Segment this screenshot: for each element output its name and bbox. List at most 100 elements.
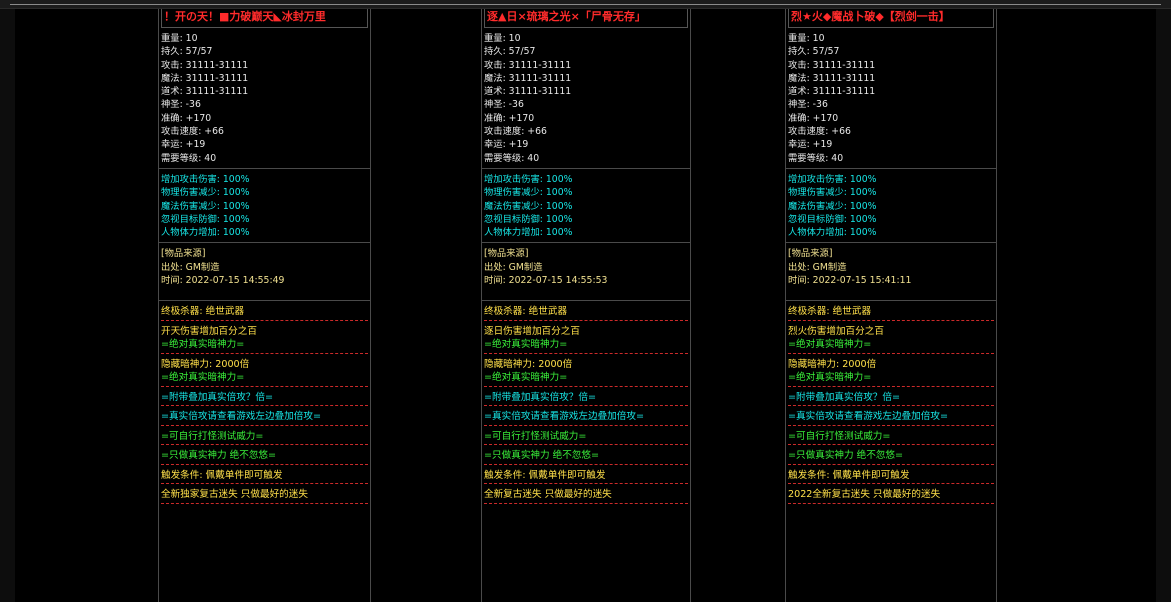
buff-hp-increase: 人物体力增加: 100%: [161, 226, 368, 239]
buff-physical-reduction: 物理伤害减少: 100%: [788, 186, 994, 199]
effect-line: 逐日伤害增加百分之百=绝对真实暗神力=: [484, 321, 688, 354]
effect-check-left: =真实倍攻请查看游戏左边叠加倍攻=: [161, 411, 321, 422]
effect-real-power: =只做真实神力 绝不忽悠=: [161, 450, 276, 461]
stat-luck: 幸运: +19: [788, 138, 994, 151]
effect-real-power: =只做真实神力 绝不忽悠=: [484, 450, 599, 461]
buff-magic-reduction: 魔法伤害减少: 100%: [484, 200, 688, 213]
source-time: 时间: 2022-07-15 14:55:53: [484, 274, 688, 287]
effect-line: 隐藏暗神力: 2000倍=绝对真实暗神力=: [161, 354, 368, 387]
stat-accuracy: 准确: +170: [161, 112, 368, 125]
effect-weapon: 终极杀器: 绝世武器: [484, 306, 567, 317]
stats-section: 重量: 10 持久: 57/57 攻击: 31111-31111 魔法: 311…: [159, 28, 370, 169]
stats-section: 重量: 10 持久: 57/57 攻击: 31111-31111 魔法: 311…: [482, 28, 690, 169]
buff-hp-increase: 人物体力增加: 100%: [788, 226, 994, 239]
buff-magic-reduction: 魔法伤害减少: 100%: [788, 200, 994, 213]
effect-line: 终极杀器: 绝世武器: [161, 301, 368, 321]
stat-attack: 攻击: 31111-31111: [484, 59, 688, 72]
effect-stacking: =附带叠加真实倍攻？倍=: [484, 392, 596, 403]
effect-hidden-power: 隐藏暗神力: 2000倍: [484, 358, 688, 372]
effect-hidden-power: 隐藏暗神力: 2000倍: [788, 358, 994, 372]
top-divider: [10, 4, 1161, 5]
stat-weight: 重量: 10: [788, 32, 994, 45]
item-title: 逐▲日×琉璃之光×「尸骨无存」: [484, 9, 688, 28]
effect-trigger: 触发条件: 佩戴单件即可触发: [788, 470, 909, 481]
effect-weapon: 终极杀器: 绝世武器: [161, 306, 244, 317]
effect-line: =可自行打怪测试威力=: [161, 426, 368, 446]
stat-holy: 神圣: -36: [484, 98, 688, 111]
effects-section: 终极杀器: 绝世武器 逐日伤害增加百分之百=绝对真实暗神力= 隐藏暗神力: 20…: [482, 301, 690, 504]
buff-physical-reduction: 物理伤害减少: 100%: [484, 186, 688, 199]
effect-test: =可自行打怪测试威力=: [161, 431, 263, 442]
stat-holy: 神圣: -36: [161, 98, 368, 111]
effect-line: =只做真实神力 绝不忽悠=: [788, 445, 994, 465]
effect-trigger: 触发条件: 佩戴单件即可触发: [484, 470, 605, 481]
stat-attack-speed: 攻击速度: +66: [161, 125, 368, 138]
stat-attack-speed: 攻击速度: +66: [788, 125, 994, 138]
stat-taoism: 道术: 31111-31111: [161, 85, 368, 98]
effect-line: 全新独家复古迷失 只做最好的迷失: [161, 484, 368, 504]
effect-footer: 全新独家复古迷失 只做最好的迷失: [161, 489, 308, 500]
stat-attack: 攻击: 31111-31111: [788, 59, 994, 72]
effect-footer: 2022全新复古迷失 只做最好的迷失: [788, 489, 940, 500]
effect-line: 隐藏暗神力: 2000倍=绝对真实暗神力=: [484, 354, 688, 387]
stat-required-level: 需要等级: 40: [788, 152, 994, 165]
source-time: 时间: 2022-07-15 14:55:49: [161, 274, 368, 287]
effect-hidden-sub: =绝对真实暗神力=: [788, 371, 994, 385]
stat-magic: 魔法: 31111-31111: [788, 72, 994, 85]
buff-ignore-defense: 忽视目标防御: 100%: [788, 213, 994, 226]
buff-ignore-defense: 忽视目标防御: 100%: [484, 213, 688, 226]
left-side-strip: [0, 9, 16, 602]
effect-line: =只做真实神力 绝不忽悠=: [161, 445, 368, 465]
source-time: 时间: 2022-07-15 15:41:11: [788, 274, 994, 287]
effect-line: =附带叠加真实倍攻？倍=: [788, 387, 994, 407]
source-header: [物品来源]: [788, 247, 994, 260]
effect-line: 触发条件: 佩戴单件即可触发: [484, 465, 688, 485]
buff-physical-reduction: 物理伤害减少: 100%: [161, 186, 368, 199]
stat-attack: 攻击: 31111-31111: [161, 59, 368, 72]
stat-luck: 幸运: +19: [484, 138, 688, 151]
buffs-section: 增加攻击伤害: 100% 物理伤害减少: 100% 魔法伤害减少: 100% 忽…: [786, 169, 996, 243]
effect-damage-sub: =绝对真实暗神力=: [161, 338, 368, 352]
effect-line: 触发条件: 佩戴单件即可触发: [788, 465, 994, 485]
buff-ignore-defense: 忽视目标防御: 100%: [161, 213, 368, 226]
source-section: [物品来源] 出处: GM制造 时间: 2022-07-15 14:55:49: [159, 243, 370, 301]
item-tooltip-card: 烈★火◆魔战卜破◆【烈剑一击】 重量: 10 持久: 57/57 攻击: 311…: [785, 9, 997, 602]
source-header: [物品来源]: [484, 247, 688, 260]
stat-durability: 持久: 57/57: [788, 45, 994, 58]
effect-line: =真实倍攻请查看游戏左边叠加倍攻=: [788, 406, 994, 426]
effect-hidden-power: 隐藏暗神力: 2000倍: [161, 358, 368, 372]
stat-magic: 魔法: 31111-31111: [484, 72, 688, 85]
effect-line: 全新复古迷失 只做最好的迷失: [484, 484, 688, 504]
effect-line: =真实倍攻请查看游戏左边叠加倍攻=: [484, 406, 688, 426]
buffs-section: 增加攻击伤害: 100% 物理伤害减少: 100% 魔法伤害减少: 100% 忽…: [482, 169, 690, 243]
stat-luck: 幸运: +19: [161, 138, 368, 151]
stats-section: 重量: 10 持久: 57/57 攻击: 31111-31111 魔法: 311…: [786, 28, 996, 169]
effect-line: =只做真实神力 绝不忽悠=: [484, 445, 688, 465]
effect-hidden-sub: =绝对真实暗神力=: [161, 371, 368, 385]
stat-required-level: 需要等级: 40: [484, 152, 688, 165]
source-origin: 出处: GM制造: [788, 261, 994, 274]
item-title: 烈★火◆魔战卜破◆【烈剑一击】: [788, 9, 994, 28]
effect-weapon: 终极杀器: 绝世武器: [788, 306, 871, 317]
effect-line: =可自行打怪测试威力=: [788, 426, 994, 446]
stat-holy: 神圣: -36: [788, 98, 994, 111]
effect-stacking: =附带叠加真实倍攻？倍=: [788, 392, 900, 403]
stat-accuracy: 准确: +170: [788, 112, 994, 125]
effect-test: =可自行打怪测试威力=: [484, 431, 586, 442]
buff-attack-damage: 增加攻击伤害: 100%: [484, 173, 688, 186]
stat-durability: 持久: 57/57: [161, 45, 368, 58]
item-title: ！开の天！■力破巅天◣冰封万里: [161, 9, 368, 28]
stat-durability: 持久: 57/57: [484, 45, 688, 58]
effect-line: 终极杀器: 绝世武器: [788, 301, 994, 321]
effect-line: =可自行打怪测试威力=: [484, 426, 688, 446]
effect-damage: 逐日伤害增加百分之百: [484, 325, 688, 339]
effect-damage-sub: =绝对真实暗神力=: [484, 338, 688, 352]
stat-attack-speed: 攻击速度: +66: [484, 125, 688, 138]
stat-taoism: 道术: 31111-31111: [788, 85, 994, 98]
buff-attack-damage: 增加攻击伤害: 100%: [788, 173, 994, 186]
window-top-bar: [0, 0, 1171, 9]
item-tooltip-card: 逐▲日×琉璃之光×「尸骨无存」 重量: 10 持久: 57/57 攻击: 311…: [481, 9, 691, 602]
effect-line: 2022全新复古迷失 只做最好的迷失: [788, 484, 994, 504]
effect-footer: 全新复古迷失 只做最好的迷失: [484, 489, 612, 500]
right-side-strip: [1155, 9, 1171, 602]
